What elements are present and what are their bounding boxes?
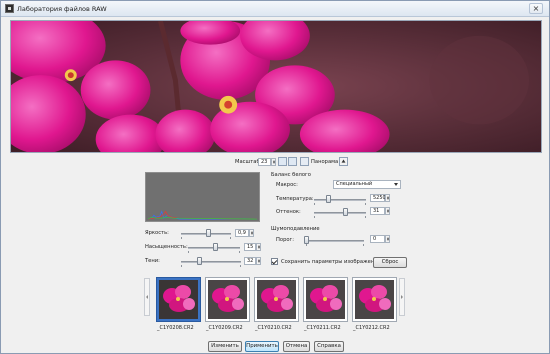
thumbnail-image [159, 280, 198, 319]
brightness-tick [230, 237, 231, 239]
white-balance-heading: Баланс белого [271, 172, 311, 178]
close-button[interactable]: × [529, 3, 543, 14]
zoom-fit-icon[interactable] [278, 157, 287, 166]
brightness-tick [181, 237, 182, 239]
filmstrip-scroll-left[interactable] [144, 278, 150, 316]
preset-label: Макрос: [276, 182, 298, 188]
temperature-tick [365, 203, 366, 205]
tint-input[interactable]: 31 [370, 207, 385, 215]
threshold-input[interactable]: 0 [370, 235, 385, 243]
save-params-label: Сохранить параметры изображения [281, 259, 381, 265]
filmstrip-thumbnail[interactable] [254, 277, 299, 322]
brightness-thumb[interactable] [206, 229, 211, 237]
window-title: Лаборатория файлов RAW [17, 5, 107, 13]
saturation-label: Насыщенность: [145, 244, 188, 250]
filmstrip-thumbnail[interactable] [303, 277, 348, 322]
shadows-label: Тени: [145, 258, 160, 264]
zoom-actual-icon[interactable] [288, 157, 297, 166]
move-up-icon[interactable] [339, 157, 348, 166]
tint-spinner[interactable] [385, 207, 390, 215]
thumbnail-image [257, 280, 296, 319]
thumbnail-caption: _C1Y0209.CR2 [206, 325, 243, 331]
threshold-tick [363, 244, 364, 246]
zoom-input[interactable]: 23 [258, 158, 271, 166]
panorama-label: Панорама [311, 159, 339, 165]
threshold-thumb[interactable] [303, 236, 309, 244]
threshold-tick [306, 244, 307, 246]
temperature-label: Температура: [276, 196, 314, 202]
panorama-icon[interactable] [300, 157, 309, 166]
shadows-slider[interactable] [181, 261, 241, 263]
thumbnail-image [355, 280, 394, 319]
change-button[interactable]: Изменить [208, 341, 242, 352]
temperature-tick [314, 203, 315, 205]
saturation-input[interactable]: 15 [244, 243, 256, 251]
help-button[interactable]: Справка [314, 341, 344, 352]
preset-value: Специальный [336, 181, 373, 187]
filmstrip-thumbnail[interactable] [156, 277, 201, 322]
save-params-checkbox[interactable] [271, 258, 278, 265]
saturation-thumb[interactable] [212, 243, 218, 251]
filmstrip-thumbnail[interactable] [205, 277, 250, 322]
tint-tick [314, 216, 315, 218]
brightness-label: Яркость: [145, 230, 169, 236]
orchid-photo [11, 21, 541, 152]
saturation-tick [188, 251, 189, 253]
raw-lab-window: Лаборатория файлов RAW × Масштаб: 23 Пан… [0, 0, 550, 354]
noise-reduction-heading: Шумоподавление [271, 226, 320, 232]
threshold-spinner[interactable] [385, 235, 390, 243]
temperature-spinner[interactable] [385, 194, 390, 202]
app-icon [5, 4, 14, 13]
threshold-slider[interactable] [306, 240, 364, 242]
thumbnail-caption: _C1Y0212.CR2 [353, 325, 390, 331]
tint-thumb[interactable] [342, 208, 348, 216]
temperature-slider[interactable] [314, 199, 366, 201]
filmstrip-thumbnail[interactable] [352, 277, 397, 322]
thumbnail-image [306, 280, 345, 319]
saturation-tick [239, 251, 240, 253]
shadows-tick [181, 265, 182, 267]
zoom-spinner[interactable] [271, 158, 276, 166]
thumbnail-caption: _C1Y0211.CR2 [304, 325, 341, 331]
threshold-label: Порог: [276, 237, 295, 243]
tint-tick [365, 216, 366, 218]
thumbnail-caption: _C1Y0208.CR2 [157, 325, 194, 331]
saturation-spinner[interactable] [256, 243, 261, 251]
thumbnail-caption: _C1Y0210.CR2 [255, 325, 292, 331]
reset-button[interactable]: Сброс [373, 257, 407, 268]
photo-preview[interactable] [10, 20, 542, 153]
white-balance-preset-dropdown[interactable]: Специальный [333, 180, 401, 189]
histogram [145, 172, 260, 222]
shadows-thumb[interactable] [196, 257, 202, 265]
shadows-input[interactable]: 32 [244, 257, 256, 265]
brightness-input[interactable]: 0,9 [235, 229, 249, 237]
apply-button[interactable]: Применить [245, 341, 279, 352]
shadows-spinner[interactable] [256, 257, 261, 265]
tint-label: Оттенок: [276, 209, 301, 215]
shadows-tick [240, 265, 241, 267]
temperature-thumb[interactable] [326, 195, 332, 203]
temperature-input[interactable]: 5250 [370, 194, 386, 202]
thumbnail-image [208, 280, 247, 319]
cancel-button[interactable]: Отмена [283, 341, 310, 352]
chevron-down-icon [394, 183, 398, 186]
filmstrip-scroll-right[interactable] [399, 278, 405, 316]
title-bar: Лаборатория файлов RAW × [1, 1, 549, 17]
brightness-spinner[interactable] [249, 229, 254, 237]
tint-slider[interactable] [314, 212, 366, 214]
